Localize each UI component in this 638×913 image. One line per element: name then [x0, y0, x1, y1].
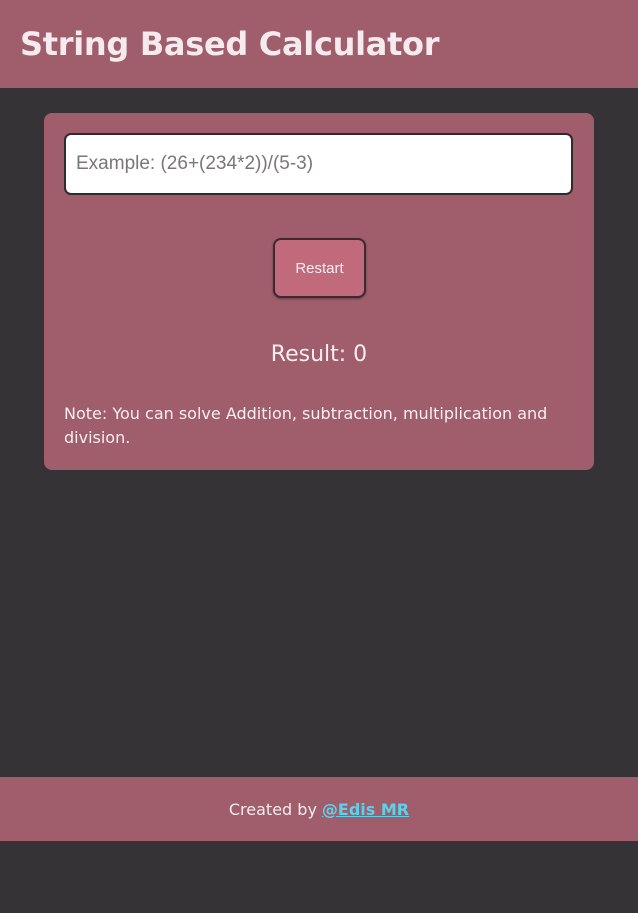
result-display: Result: 0 [270, 342, 368, 367]
note-text: Note: You can solve Addition, subtractio… [64, 404, 548, 447]
app-header: String Based Calculator [0, 0, 638, 88]
restart-button[interactable]: Restart [273, 238, 366, 298]
expression-input[interactable] [64, 133, 573, 195]
footer: Created by @Edis MR [0, 777, 638, 841]
page-title: String Based Calculator [20, 25, 440, 63]
author-link[interactable]: @Edis MR [322, 800, 409, 819]
calculator-card: Restart Result: 0 Note: You can solve Ad… [44, 113, 594, 470]
footer-credit-text: Created by [228, 799, 317, 819]
